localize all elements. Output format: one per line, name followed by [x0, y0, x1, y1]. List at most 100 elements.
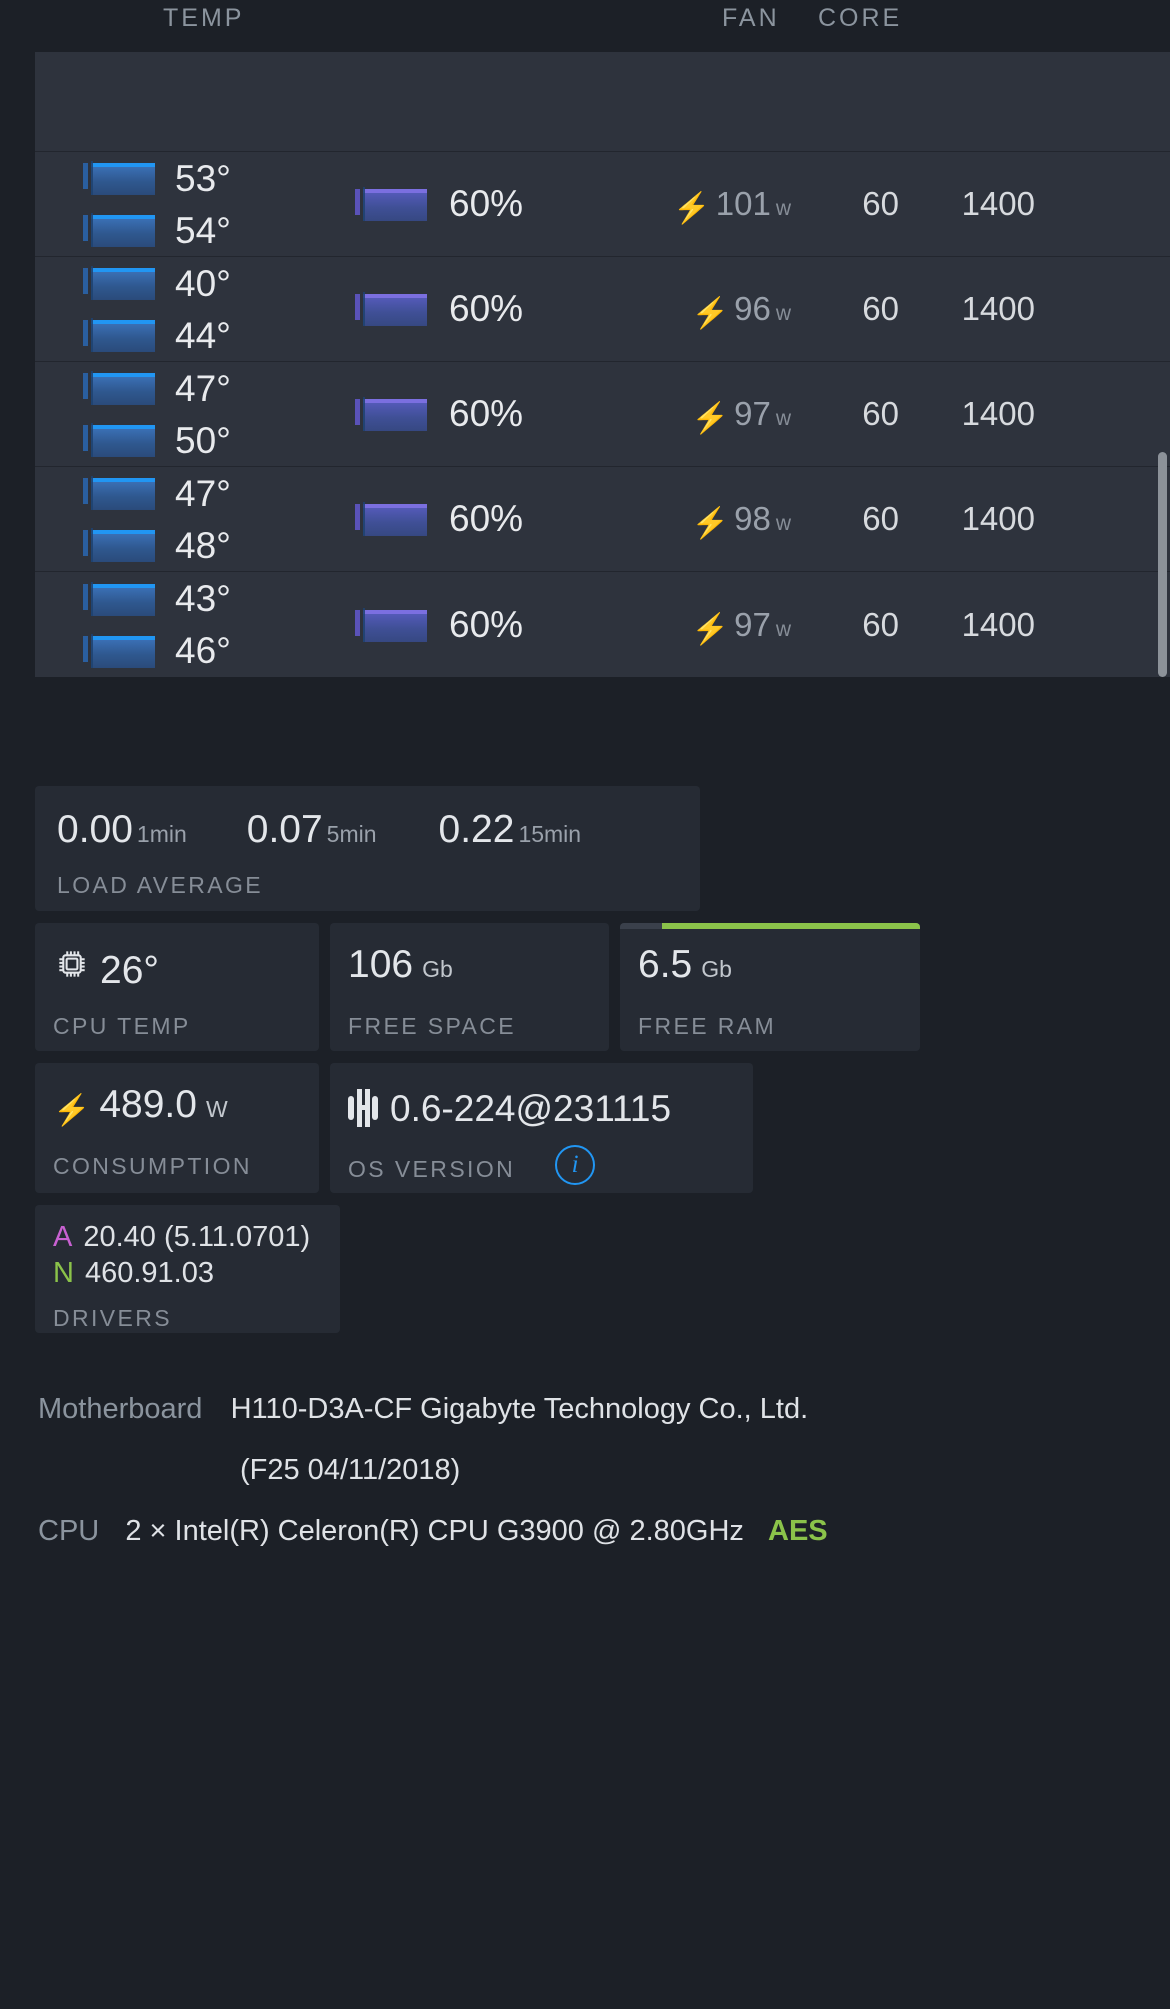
free-space-value: 106 — [348, 943, 414, 986]
drivers-card: A 20.40 (5.11.0701) N 460.91.03 DRIVERS — [35, 1205, 340, 1333]
gpu-fan-percent-cell: 60% — [345, 288, 595, 330]
scrollbar-thumb[interactable] — [1158, 452, 1167, 677]
free-ram-progress-track — [620, 923, 920, 929]
table-header: TEMP FAN CORE — [0, 0, 1170, 52]
temp-sparkline-icon — [83, 161, 155, 195]
gpu-fan-percent-cell: 60% — [345, 604, 595, 646]
gpu-core-value: 1400 — [961, 395, 1035, 432]
gpu-temp-value-secondary: 46° — [175, 630, 231, 671]
free-ram-value: 6.5 — [638, 943, 693, 986]
gpu-power-unit: w — [775, 512, 791, 535]
gpu-temp-line-primary: 53° — [83, 159, 345, 197]
aes-badge: AES — [768, 1515, 828, 1547]
gpu-fan-percent-value: 60% — [449, 183, 524, 224]
gpu-fan-value: 60 — [862, 395, 899, 432]
lightning-bolt-icon: ⚡ — [691, 402, 730, 435]
gpu-power-value: 98 — [734, 500, 771, 537]
cpu-info-row: CPU 2 × Intel(R) Celeron(R) CPU G3900 @ … — [38, 1515, 1170, 1548]
gpu-temp-line-primary: 40° — [83, 264, 345, 302]
free-ram-value-row: 6.5 Gb — [638, 945, 920, 991]
gpu-fan-percent-value: 60% — [449, 393, 524, 434]
table-row[interactable]: 47° 48° 60% ⚡ 98 w 60 1400 — [35, 467, 1170, 572]
table-row[interactable]: 47° 50° 60% ⚡ 97 w 60 1400 — [35, 362, 1170, 467]
gpu-power-value: 101 — [715, 185, 771, 222]
gpu-temp-line-secondary: 46° — [83, 632, 345, 670]
gpu-temp-line-secondary: 44° — [83, 316, 345, 354]
free-space-label: FREE SPACE — [348, 1013, 516, 1039]
gpu-fan-value: 60 — [862, 185, 899, 222]
lightning-bolt-icon: ⚡ — [53, 1094, 91, 1127]
gpu-fan-percent-value: 60% — [449, 498, 524, 539]
free-space-value-row: 106 Gb — [348, 945, 609, 991]
gpu-power-cell: ⚡ 97 w — [595, 606, 791, 646]
gpu-temp-line-primary: 43° — [83, 580, 345, 618]
lightning-bolt-icon: ⚡ — [691, 297, 730, 330]
hive-os-logo-icon — [348, 1089, 378, 1127]
gpu-temp-value-primary: 40° — [175, 262, 231, 304]
consumption-unit: W — [205, 1096, 228, 1122]
temp-sparkline-icon — [83, 528, 155, 562]
gpu-power-value: 96 — [734, 290, 771, 327]
consumption-card: ⚡ 489.0 W CONSUMPTION — [35, 1063, 319, 1193]
gpu-power-cell: ⚡ 97 w — [595, 395, 791, 435]
free-space-unit: Gb — [422, 956, 453, 982]
gpu-temp-line-secondary: 54° — [83, 211, 345, 249]
gpu-temp-value-secondary: 54° — [175, 209, 231, 251]
load-average-unit-1min: 1min — [136, 821, 187, 847]
gpu-fan-value: 60 — [862, 290, 899, 327]
nvidia-driver-value: 460.91.03 — [84, 1257, 214, 1289]
cpu-chip-icon — [53, 945, 91, 988]
cpu-temp-value: 26° — [100, 949, 159, 992]
gpu-core-value: 1400 — [961, 500, 1035, 537]
gpu-power-unit: w — [775, 617, 791, 641]
gpu-temp-value-primary: 53° — [175, 157, 231, 199]
table-row[interactable]: 40° 44° 60% ⚡ 96 w 60 1400 — [35, 257, 1170, 362]
column-header-core: CORE — [818, 4, 903, 32]
free-ram-progress-fill — [662, 923, 920, 929]
temp-sparkline-icon — [83, 581, 155, 616]
cpu-temp-card: 26° CPU TEMP — [35, 923, 319, 1051]
load-average-item-15min: 0.22 15min — [439, 808, 582, 852]
free-ram-unit: Gb — [701, 956, 732, 982]
column-header-fan: FAN — [722, 4, 780, 32]
gpu-temp-value-secondary: 48° — [175, 524, 231, 566]
os-version-value: 0.6-224@231115 — [390, 1087, 672, 1129]
lightning-bolt-icon: ⚡ — [691, 612, 730, 646]
driver-nvidia-row: N 460.91.03 — [53, 1257, 340, 1293]
os-version-footer: OS VERSION i — [348, 1145, 753, 1189]
gpu-power-cell: ⚡ 96 w — [595, 290, 791, 330]
lightning-bolt-icon: ⚡ — [691, 507, 730, 540]
load-average-unit-5min: 5min — [326, 821, 377, 847]
column-header-temp: TEMP — [163, 4, 245, 32]
gpu-core-value: 1400 — [961, 185, 1035, 222]
load-average-value-5min: 0.07 — [246, 808, 323, 851]
gpu-power-value: 97 — [734, 395, 771, 432]
gpu-temp-cell: 47° 48° — [35, 474, 345, 564]
table-scrollbar[interactable] — [1158, 452, 1167, 677]
table-row[interactable]: 43° 46° 60% ⚡ 97 w 60 1400 — [35, 572, 1170, 677]
info-icon[interactable]: i — [555, 1145, 596, 1185]
motherboard-value: H110-D3A-CF Gigabyte Technology Co., Ltd… — [230, 1393, 809, 1425]
gpu-temp-value-secondary: 44° — [175, 314, 231, 356]
gpu-table: 53° 54° 60% ⚡ 101 w 60 1400 40° 44° 60% ⚡ 96 w 60 1400 4… — [35, 52, 1170, 677]
gpu-temp-cell: 43° 46° — [35, 580, 345, 670]
gpu-power-cell: ⚡ 98 w — [595, 500, 791, 540]
gpu-fan-value: 60 — [862, 605, 899, 643]
load-average-unit-15min: 15min — [518, 821, 582, 847]
temp-sparkline-icon — [83, 423, 155, 457]
free-ram-label: FREE RAM — [638, 1013, 777, 1039]
gpu-core-value: 1400 — [961, 605, 1035, 643]
gpu-fan-percent-value: 60% — [449, 603, 524, 645]
load-average-value-15min: 0.22 — [438, 808, 515, 851]
temp-sparkline-icon — [83, 633, 155, 668]
table-row[interactable]: 53° 54° 60% ⚡ 101 w 60 1400 — [35, 152, 1170, 257]
fan-sparkline-icon — [355, 397, 427, 431]
consumption-value: 489.0 — [99, 1083, 197, 1126]
os-version-card: 0.6-224@231115 OS VERSION i — [330, 1063, 753, 1193]
consumption-label: CONSUMPTION — [53, 1153, 252, 1179]
motherboard-bios: (F25 04/11/2018) — [240, 1454, 461, 1486]
gpu-temp-value-primary: 47° — [175, 367, 231, 409]
free-ram-card: 6.5 Gb FREE RAM — [620, 923, 920, 1051]
lightning-bolt-icon: ⚡ — [673, 192, 711, 225]
amd-driver-value: 20.40 (5.11.0701) — [83, 1221, 311, 1253]
